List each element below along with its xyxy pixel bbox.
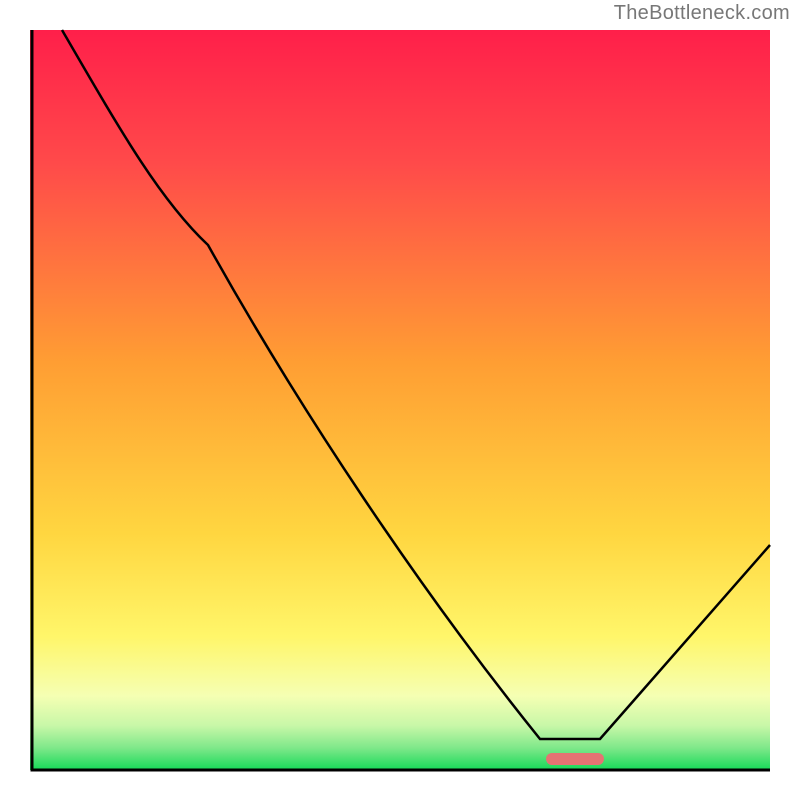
chart-container: TheBottleneck.com [0, 0, 800, 800]
plot-background [30, 30, 770, 770]
watermark-text: TheBottleneck.com [614, 2, 790, 25]
line-chart [0, 0, 800, 800]
minimum-marker [546, 753, 604, 765]
